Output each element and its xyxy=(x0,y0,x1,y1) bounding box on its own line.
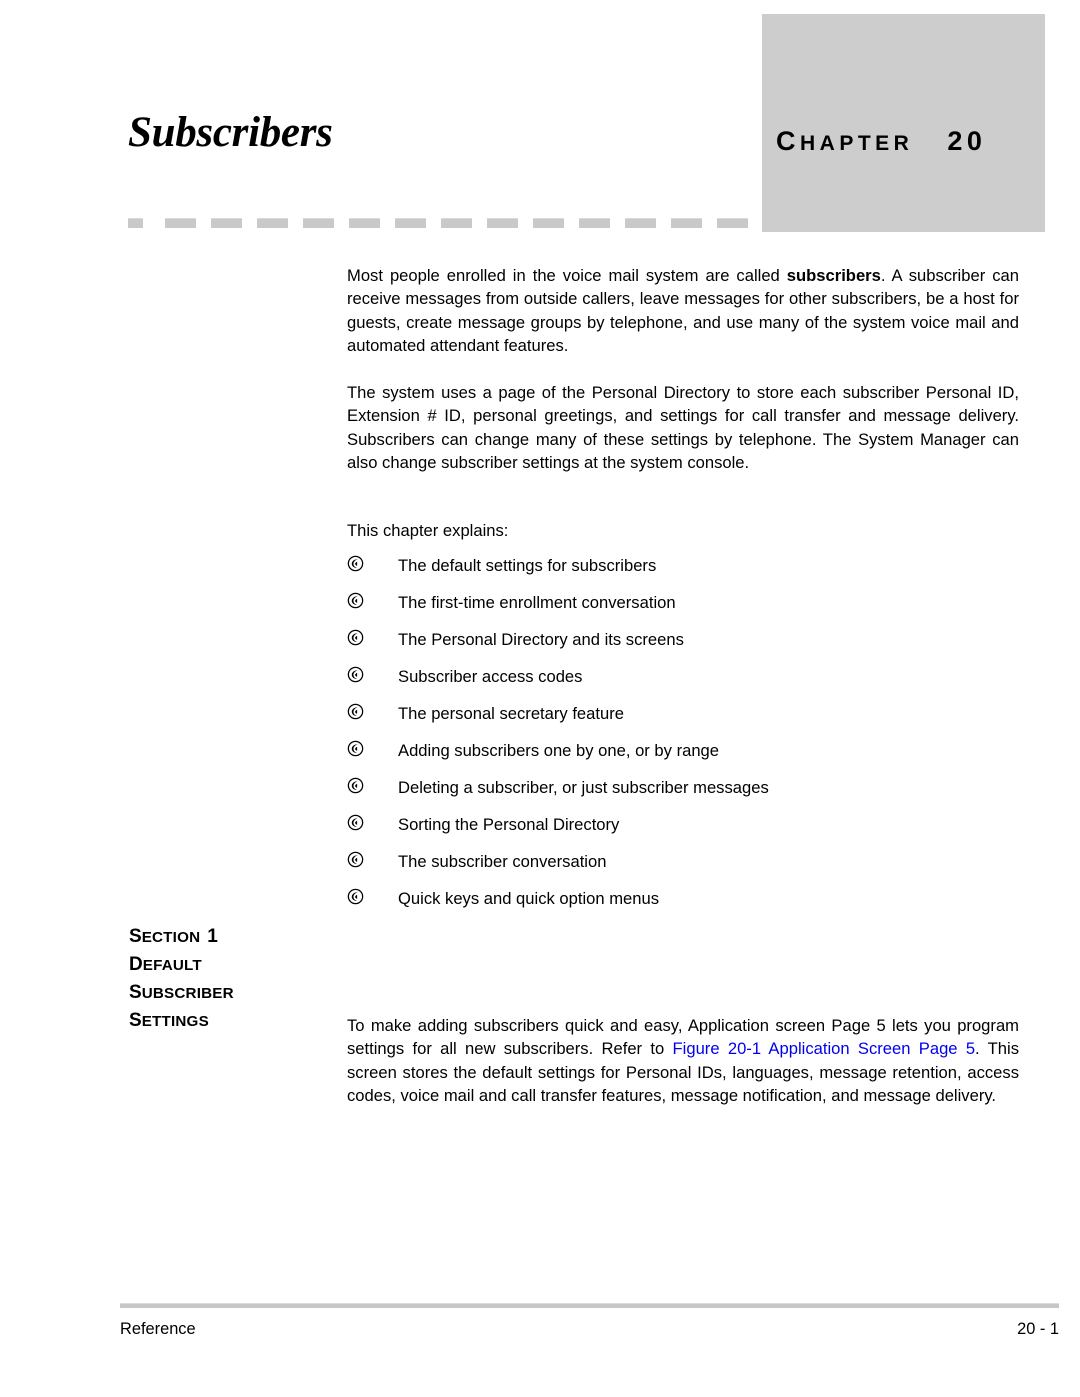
list-item: The Personal Directory and its screens xyxy=(347,628,1019,665)
circled-phone-bullet-icon xyxy=(347,851,398,868)
document-page: CHAPTER 20 Subscribers Most people enrol… xyxy=(0,0,1080,1397)
section-heading-line-1: SECTION 1 xyxy=(129,926,329,954)
section-line3-rest: UBSCRIBER xyxy=(141,985,234,1002)
list-item: The subscriber conversation xyxy=(347,850,1019,887)
divider-dash xyxy=(579,218,610,228)
list-item-label: Subscriber access codes xyxy=(398,667,583,686)
divider-dash xyxy=(533,218,564,228)
chapter-number: 20 xyxy=(947,126,987,156)
list-item-label: Quick keys and quick option menus xyxy=(398,889,660,908)
list-item: Deleting a subscriber, or just subscribe… xyxy=(347,776,1019,813)
intro-paragraph-1: Most people enrolled in the voice mail s… xyxy=(347,264,1019,357)
circled-phone-bullet-icon xyxy=(347,740,398,757)
section-heading: SECTION 1 DEFAULT SUBSCRIBER SETTINGS xyxy=(129,926,329,1038)
divider-dash xyxy=(717,218,748,228)
figure-cross-reference-link[interactable]: Figure 20-1 Application Screen Page 5 xyxy=(673,1039,976,1058)
circled-phone-bullet-icon xyxy=(347,629,398,646)
section-line2-first-letter: D xyxy=(129,954,143,975)
divider-dash xyxy=(349,218,380,228)
divider-dash xyxy=(395,218,426,228)
divider-dash xyxy=(441,218,472,228)
intro-p1-pre: Most people enrolled in the voice mail s… xyxy=(347,266,787,285)
chapter-word-first-letter: C xyxy=(776,126,800,156)
divider-dash xyxy=(671,218,702,228)
chapter-word-remainder: HAPTER xyxy=(800,132,914,155)
list-item-label: The Personal Directory and its screens xyxy=(398,630,684,649)
chapter-label: CHAPTER 20 xyxy=(776,126,1038,157)
list-item: Subscriber access codes xyxy=(347,665,1019,702)
list-item-label: The personal secretary feature xyxy=(398,704,624,723)
list-item: Sorting the Personal Directory xyxy=(347,813,1019,850)
section-line1-first-letter: S xyxy=(129,926,142,947)
circled-phone-bullet-icon xyxy=(347,555,398,572)
circled-phone-bullet-icon xyxy=(347,888,398,905)
section-heading-line-3: SUBSCRIBER xyxy=(129,982,329,1010)
section-line3-first-letter: S xyxy=(129,982,142,1003)
intro-paragraph-2: The system uses a page of the Personal D… xyxy=(347,383,1019,472)
chapter-topics-list: The default settings for subscribers The … xyxy=(347,554,1019,924)
list-item: The personal secretary feature xyxy=(347,702,1019,739)
chapter-header-block xyxy=(762,14,1045,232)
list-item-label: Adding subscribers one by one, or by ran… xyxy=(398,741,720,760)
divider-dash xyxy=(487,218,518,228)
intro-p1-bold-term: subscribers xyxy=(786,266,881,285)
section-line2-rest: EFAULT xyxy=(142,957,202,974)
list-item: The first-time enrollment conversation xyxy=(347,591,1019,628)
divider-dash xyxy=(165,218,196,228)
list-item: Quick keys and quick option menus xyxy=(347,887,1019,924)
divider-dash xyxy=(257,218,288,228)
divider-dash xyxy=(211,218,242,228)
page-title: Subscribers xyxy=(128,109,333,156)
circled-phone-bullet-icon xyxy=(347,703,398,720)
chapter-explains-lead: This chapter explains: xyxy=(347,521,509,540)
circled-phone-bullet-icon xyxy=(347,592,398,609)
section-heading-line-4: SETTINGS xyxy=(129,1010,329,1038)
circled-phone-bullet-icon xyxy=(347,814,398,831)
list-item: The default settings for subscribers xyxy=(347,554,1019,591)
section-line4-first-letter: S xyxy=(129,1010,142,1031)
list-item: Adding subscribers one by one, or by ran… xyxy=(347,739,1019,776)
section-line1-rest: ECTION xyxy=(141,929,201,946)
divider-dash xyxy=(625,218,656,228)
footer-page-number: 20 - 1 xyxy=(1017,1320,1059,1338)
section-heading-line-2: DEFAULT xyxy=(129,954,329,982)
divider-dash xyxy=(303,218,334,228)
footer-document-name: Reference xyxy=(120,1320,196,1338)
divider-dash xyxy=(128,218,143,228)
section-body-paragraph: To make adding subscribers quick and eas… xyxy=(347,1014,1019,1107)
footer-divider xyxy=(120,1303,1059,1308)
circled-phone-bullet-icon xyxy=(347,777,398,794)
list-item-label: Sorting the Personal Directory xyxy=(398,815,620,834)
section-number: 1 xyxy=(207,926,218,947)
list-item-label: Deleting a subscriber, or just subscribe… xyxy=(398,778,769,797)
list-item-label: The first-time enrollment conversation xyxy=(398,593,676,612)
list-item-label: The default settings for subscribers xyxy=(398,556,657,575)
section-line4-rest: ETTINGS xyxy=(141,1013,209,1030)
circled-phone-bullet-icon xyxy=(347,666,398,683)
list-item-label: The subscriber conversation xyxy=(398,852,607,871)
dashed-divider xyxy=(128,218,760,228)
